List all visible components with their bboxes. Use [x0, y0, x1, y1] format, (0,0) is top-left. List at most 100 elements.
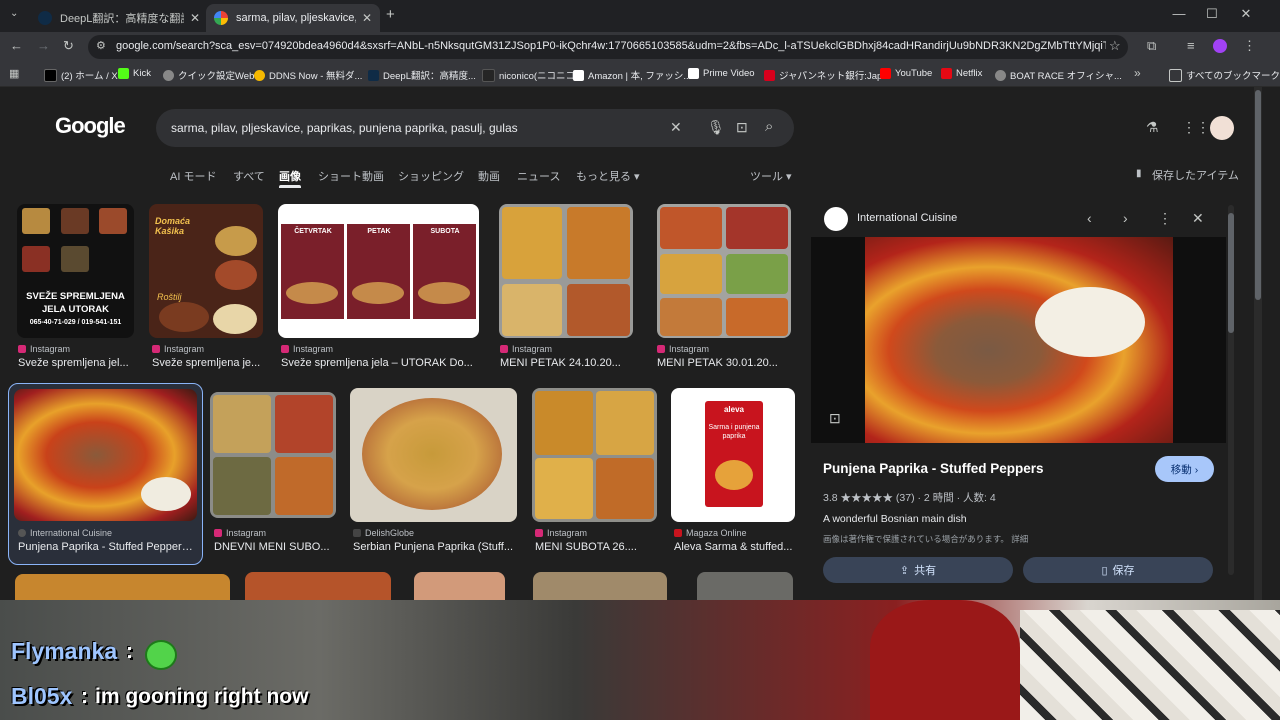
result-image-12[interactable] [245, 572, 391, 600]
tab-search-icon[interactable]: ⌄ [10, 8, 18, 19]
tab-videos[interactable]: 動画 [478, 168, 500, 184]
close-icon[interactable]: ✕ [190, 11, 200, 25]
result-caption[interactable]: Serbian Punjena Paprika (Stuff... [353, 541, 520, 553]
account-avatar[interactable] [1210, 116, 1234, 140]
tab-google-search[interactable]: sarma, pilav, pljeskavice, paprik ✕ [206, 4, 380, 32]
result-source[interactable]: Instagram [500, 344, 552, 354]
result-source[interactable]: International Cuisine [18, 528, 112, 538]
result-source[interactable]: Instagram [214, 528, 266, 538]
result-image-1[interactable]: SVEŽE SPREMLJENA JELA UTORAK 065-40-71-0… [17, 204, 134, 338]
browser-menu-icon[interactable]: ⋮ [1243, 38, 1256, 54]
bookmark-item[interactable]: Netflix [941, 68, 982, 79]
apps-grid-icon[interactable]: ▦ [9, 67, 19, 80]
bookmark-star-icon[interactable]: ☆ [1109, 38, 1121, 54]
result-image-9[interactable] [532, 388, 657, 522]
bookmark-item[interactable]: ジャパンネット銀行:Jap... [764, 68, 890, 82]
clear-icon[interactable]: ✕ [670, 119, 682, 136]
media-icon[interactable]: ≡ [1187, 38, 1195, 53]
result-caption[interactable]: MENI PETAK 30.01.20... [657, 357, 797, 369]
save-button[interactable]: ▯ 保存 [1023, 557, 1213, 583]
bookmark-item[interactable]: niconico(ニコニコ) [482, 68, 578, 82]
bookmark-item[interactable]: Prime Video [688, 68, 755, 79]
bookmark-item[interactable]: BOAT RACE オフィシャ... [995, 68, 1122, 82]
profile-icon[interactable] [1213, 39, 1227, 53]
result-source[interactable]: Magaza Online [674, 528, 747, 538]
result-source[interactable]: Instagram [152, 344, 204, 354]
search-icon[interactable]: ⌕ [765, 118, 773, 135]
result-caption[interactable]: MENI PETAK 24.10.20... [500, 357, 640, 369]
extensions-icon[interactable]: ⧉ [1147, 38, 1156, 54]
previous-icon[interactable]: ‹ [1087, 210, 1092, 226]
visit-button[interactable]: 移動 › [1155, 456, 1214, 482]
google-apps-icon[interactable]: ⋮⋮ [1182, 119, 1210, 136]
panel-title[interactable]: Punjena Paprika - Stuffed Peppers [823, 461, 1044, 476]
tab-short-videos[interactable]: ショート動画 [318, 168, 384, 184]
result-image-4[interactable] [499, 204, 633, 338]
all-bookmarks-folder[interactable]: すべてのブックマーク [1169, 68, 1280, 82]
lens-icon[interactable]: ⊡ [736, 119, 748, 136]
result-caption[interactable]: Sveže spremljena jela – UTORAK Do... [281, 357, 481, 369]
tab-all[interactable]: すべて [233, 168, 265, 184]
result-image-2[interactable]: Domaća Kašika Roštilj [149, 204, 263, 338]
result-source[interactable]: Instagram [18, 344, 70, 354]
saved-items-link[interactable]: 保存したアイテム [1152, 167, 1239, 183]
bookmark-item[interactable]: Kick [118, 68, 151, 79]
result-image-8[interactable] [350, 388, 517, 522]
close-icon[interactable]: ✕ [362, 11, 372, 25]
copyright-notice[interactable]: 画像は著作権で保護されている場合があります。 詳細 [823, 533, 1028, 545]
bookmark-item[interactable]: DDNS Now - 無料ダ... [254, 68, 362, 82]
new-tab-button[interactable]: + [386, 6, 395, 23]
tools-button[interactable]: ツール ▾ [750, 168, 792, 184]
tab-ai-mode[interactable]: AI モード [170, 168, 216, 184]
bookmark-item[interactable]: クイック設定Web [163, 68, 254, 82]
tab-shopping[interactable]: ショッピング [398, 168, 464, 184]
preview-image[interactable] [811, 237, 1226, 443]
search-input[interactable]: sarma, pilav, pljeskavice, paprikas, pun… [171, 121, 518, 135]
result-image-11[interactable] [15, 574, 230, 600]
result-image-6[interactable] [14, 389, 197, 521]
result-image-13[interactable] [414, 572, 505, 600]
mic-icon[interactable]: 🎙 [707, 119, 725, 136]
back-icon[interactable]: ← [10, 38, 23, 53]
site-info-icon[interactable]: ⚙ [96, 39, 106, 52]
window-close-icon[interactable]: ✕ [1231, 6, 1261, 22]
panel-site-name[interactable]: International Cuisine [857, 212, 957, 224]
result-image-15[interactable] [697, 572, 793, 600]
labs-icon[interactable]: ⚗ [1146, 119, 1159, 136]
result-source[interactable]: DelishGlobe [353, 528, 414, 538]
bookmarks-overflow-button[interactable]: » [1134, 66, 1141, 80]
page-scrollbar[interactable] [1254, 87, 1262, 600]
next-icon[interactable]: › [1123, 210, 1128, 226]
result-image-14[interactable] [533, 572, 667, 600]
result-caption[interactable]: DNEVNI MENI SUBO... [214, 541, 334, 553]
lens-search-icon[interactable]: ⊡ [829, 410, 841, 427]
close-panel-icon[interactable]: ✕ [1192, 210, 1204, 227]
tab-news[interactable]: ニュース [517, 168, 560, 184]
more-options-icon[interactable]: ⋮ [1158, 210, 1172, 227]
maximize-icon[interactable]: ☐ [1197, 6, 1227, 22]
result-image-10[interactable]: aleva Sarma i punjena paprika [671, 388, 795, 522]
forward-icon[interactable]: → [37, 38, 50, 53]
tab-more[interactable]: もっと見る ▾ [576, 168, 640, 184]
tab-deepl[interactable]: DeepL翻訳：高精度な翻訳ツール ✕ [30, 4, 208, 32]
url-text[interactable]: google.com/search?sca_esv=074920bdea4960… [116, 40, 1106, 52]
result-caption[interactable]: Sveže spremljena je... [152, 357, 265, 369]
result-source[interactable]: Instagram [535, 528, 587, 538]
bookmark-item[interactable]: DeepL翻訳：高精度... [368, 68, 476, 82]
reload-icon[interactable]: ↻ [63, 38, 74, 54]
result-image-5[interactable] [657, 204, 791, 338]
result-caption[interactable]: Punjena Paprika - Stuffed Peppers... [18, 541, 196, 553]
result-caption[interactable]: Sveže spremljena jel... [18, 357, 135, 369]
bookmark-item[interactable]: YouTube [880, 68, 932, 79]
result-caption[interactable]: MENI SUBOTA 26.... [535, 541, 660, 553]
bookmark-item[interactable]: Amazon | 本, ファッシ... [573, 68, 691, 82]
result-source[interactable]: Instagram [281, 344, 333, 354]
minimize-icon[interactable]: — [1164, 6, 1194, 21]
share-button[interactable]: ⇪ 共有 [823, 557, 1013, 583]
google-logo[interactable]: Google [55, 113, 126, 139]
bookmark-item[interactable]: (2) ホーム / X [44, 68, 118, 82]
result-caption[interactable]: Aleva Sarma & stuffed... [674, 541, 799, 553]
result-source[interactable]: Instagram [657, 344, 709, 354]
panel-scrollbar[interactable] [1228, 205, 1234, 575]
result-image-3[interactable]: ČETVRTAK PETAK SUBOTA [278, 204, 479, 338]
